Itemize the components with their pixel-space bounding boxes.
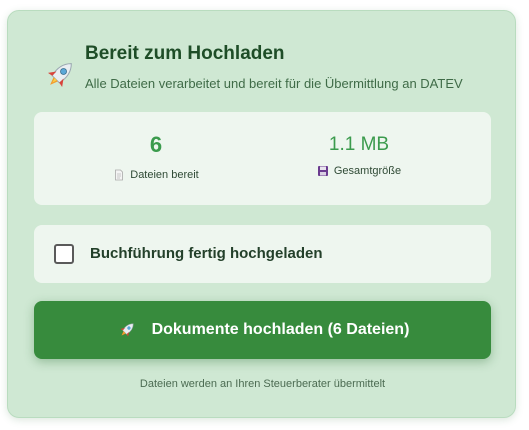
page-title: Bereit zum Hochladen [85,43,285,64]
document-icon [115,169,124,181]
rocket-icon [119,323,134,337]
upload-button-label: Dokumente hochladen (6 Dateien) [151,321,410,338]
rocket-icon [47,63,72,88]
confirm-checkbox[interactable] [54,244,74,264]
upload-ready-card: Bereit zum Hochladen Alle Dateien verarb… [7,10,516,418]
floppy-disk-icon [317,166,328,176]
files-label: Dateien bereit [130,169,199,181]
size-label: Gesamtgröße [333,165,402,177]
stat-files: 6 Dateien bereit [96,132,216,181]
confirm-upload-row[interactable]: Buchführung fertig hochgeladen [34,225,491,283]
upload-footnote: Dateien werden an Ihren Steuerberater üb… [139,378,386,390]
files-count: 6 [149,132,163,157]
upload-documents-button[interactable]: Dokumente hochladen (6 Dateien) [34,301,491,359]
confirm-checkbox-label[interactable]: Buchführung fertig hochgeladen [90,245,323,262]
page-subtitle: Alle Dateien verarbeitet und bereit für … [85,76,463,91]
total-size: 1.1 MB [328,134,390,155]
stat-size: 1.1 MB Gesamtgröße [284,132,434,177]
upload-stats-panel: 6 Dateien bereit 1.1 MB Gesamtgröße [34,112,491,205]
